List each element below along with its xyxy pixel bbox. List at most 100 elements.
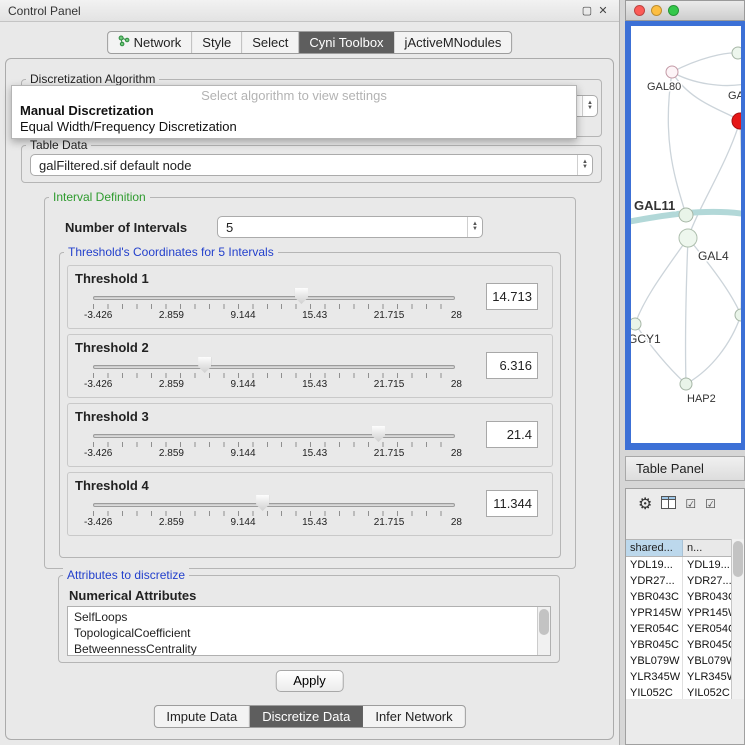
table-row[interactable]: YER054CYER054C: [626, 621, 731, 637]
table-data-combobox[interactable]: galFiltered.sif default node ▲▼: [30, 154, 593, 176]
network-node[interactable]: [631, 318, 641, 330]
scale-tick-label: 9.144: [231, 379, 256, 390]
number-of-intervals-combobox[interactable]: 5 ▲▼: [217, 216, 483, 238]
network-window-titlebar: [625, 0, 745, 21]
attribute-list-item[interactable]: TopologicalCoefficient: [68, 625, 550, 641]
threshold-panel: Threshold 3 -3.4262.8599.14415.4321.7152…: [67, 403, 553, 467]
table-cell: YPR145W: [626, 605, 683, 621]
tab-infer-network[interactable]: Infer Network: [363, 706, 464, 727]
threshold-slider[interactable]: -3.4262.8599.14415.4321.71528: [93, 473, 455, 535]
network-node-label: HAP2: [687, 393, 716, 405]
threshold-value-field[interactable]: 6.316: [486, 352, 538, 379]
threshold-value-field[interactable]: 14.713: [486, 283, 538, 310]
column-header-shared-name[interactable]: shared...: [626, 540, 683, 556]
tab-cyni-toolbox[interactable]: Cyni Toolbox: [299, 32, 394, 53]
zoom-traffic-light[interactable]: [668, 5, 679, 16]
slider-track[interactable]: [93, 434, 455, 438]
slider-thumb[interactable]: [372, 426, 385, 442]
scale-tick-label: 15.43: [302, 379, 327, 390]
minimize-traffic-light[interactable]: [651, 5, 662, 16]
network-node-label: GAL80: [647, 81, 681, 93]
tab-label: Impute Data: [166, 709, 237, 724]
number-of-intervals-label: Number of Intervals: [65, 220, 187, 235]
slider-thumb[interactable]: [256, 495, 269, 511]
table-row[interactable]: YDL19...YDL19...: [626, 557, 731, 573]
table-row[interactable]: YIL052CYIL052C: [626, 685, 731, 699]
select-column-checkbox-icon[interactable]: ☑: [705, 497, 716, 511]
table-panel-header[interactable]: Table Panel: [625, 456, 745, 481]
tab-network[interactable]: Network: [108, 32, 193, 53]
dropdown-item-equal-width-frequency[interactable]: Equal Width/Frequency Discretization: [12, 119, 576, 135]
tab-discretize-data[interactable]: Discretize Data: [250, 706, 363, 727]
scale-tick-label: -3.426: [84, 448, 112, 459]
scrollbar-thumb[interactable]: [539, 609, 549, 635]
table-header-row: shared... n...: [626, 539, 731, 557]
close-icon[interactable]: ✕: [595, 4, 611, 17]
select-all-checkbox-icon[interactable]: ☑: [685, 497, 696, 511]
threshold-value-field[interactable]: 21.4: [486, 421, 538, 448]
threshold-value-field[interactable]: 11.344: [486, 490, 538, 517]
slider-track[interactable]: [93, 365, 455, 369]
network-node[interactable]: [666, 66, 678, 78]
slider-track[interactable]: [93, 296, 455, 300]
network-edge[interactable]: [668, 72, 686, 215]
network-edge[interactable]: [672, 72, 741, 86]
attribute-list-item[interactable]: BetweennessCentrality: [68, 641, 550, 656]
network-canvas[interactable]: GAL80GAGAL11GAL4GCY1HAP2: [631, 26, 741, 443]
table-cell: YBL079W: [683, 653, 731, 669]
table-panel-window: ⚙ ☑ ☑ shared... n... YDL19...YDL19...YDR…: [625, 488, 745, 745]
network-edge[interactable]: [686, 238, 688, 384]
slider-thumb[interactable]: [295, 288, 308, 304]
close-traffic-light[interactable]: [634, 5, 645, 16]
scale-tick-label: 9.144: [231, 310, 256, 321]
dropdown-item-manual-discretization[interactable]: Manual Discretization: [12, 103, 576, 119]
table-scrollbar[interactable]: [731, 539, 744, 699]
table-row[interactable]: YLR345WYLR345W: [626, 669, 731, 685]
tab-style[interactable]: Style: [192, 32, 242, 53]
network-node[interactable]: [732, 113, 741, 129]
network-edge[interactable]: [740, 121, 741, 315]
numerical-attributes-label: Numerical Attributes: [69, 588, 196, 603]
network-edge[interactable]: [635, 238, 688, 324]
threshold-slider[interactable]: -3.4262.8599.14415.4321.71528: [93, 335, 455, 397]
network-edge[interactable]: [672, 53, 738, 72]
tab-select[interactable]: Select: [242, 32, 299, 53]
network-node[interactable]: [679, 229, 697, 247]
tab-label: Cyni Toolbox: [309, 35, 383, 50]
threshold-slider[interactable]: -3.4262.8599.14415.4321.71528: [93, 266, 455, 328]
tab-jactivemnodules[interactable]: jActiveMNodules: [395, 32, 512, 53]
tab-label: Infer Network: [375, 709, 452, 724]
tab-impute-data[interactable]: Impute Data: [154, 706, 250, 727]
slider-scale: -3.4262.8599.14415.4321.71528: [84, 310, 462, 321]
network-node[interactable]: [732, 47, 741, 59]
table-row[interactable]: YBL079WYBL079W: [626, 653, 731, 669]
table-row[interactable]: YPR145WYPR145W: [626, 605, 731, 621]
network-node[interactable]: [735, 309, 741, 321]
stepper-icon[interactable]: ▲▼: [582, 96, 597, 116]
network-edge[interactable]: [686, 315, 741, 384]
table-cell: YBR043C: [626, 589, 683, 605]
table-row[interactable]: YBR043CYBR043C: [626, 589, 731, 605]
threshold-slider[interactable]: -3.4262.8599.14415.4321.71528: [93, 404, 455, 466]
float-window-icon[interactable]: ▢: [579, 4, 595, 17]
gear-icon[interactable]: ⚙: [638, 494, 652, 514]
table-row[interactable]: YDR27...YDR27...: [626, 573, 731, 589]
stepper-icon[interactable]: ▲▼: [467, 217, 482, 237]
table-row[interactable]: YBR045CYBR045C: [626, 637, 731, 653]
slider-ticks-icon: [93, 442, 455, 447]
scrollbar-thumb[interactable]: [733, 541, 743, 577]
stepper-icon[interactable]: ▲▼: [577, 155, 592, 175]
network-node[interactable]: [680, 378, 692, 390]
columns-icon[interactable]: [661, 496, 676, 512]
scale-tick-label: 2.859: [159, 517, 184, 528]
column-header-name[interactable]: n...: [683, 540, 731, 556]
list-scrollbar[interactable]: [537, 607, 550, 655]
network-node[interactable]: [679, 208, 693, 222]
numerical-attributes-list[interactable]: SelfLoopsTopologicalCoefficientBetweenne…: [67, 606, 551, 656]
slider-thumb[interactable]: [198, 357, 211, 373]
network-edge[interactable]: [688, 121, 740, 238]
attribute-list-item[interactable]: SelfLoops: [68, 609, 550, 625]
apply-button[interactable]: Apply: [275, 670, 344, 692]
slider-track[interactable]: [93, 503, 455, 507]
table-cell: YLR345W: [626, 669, 683, 685]
